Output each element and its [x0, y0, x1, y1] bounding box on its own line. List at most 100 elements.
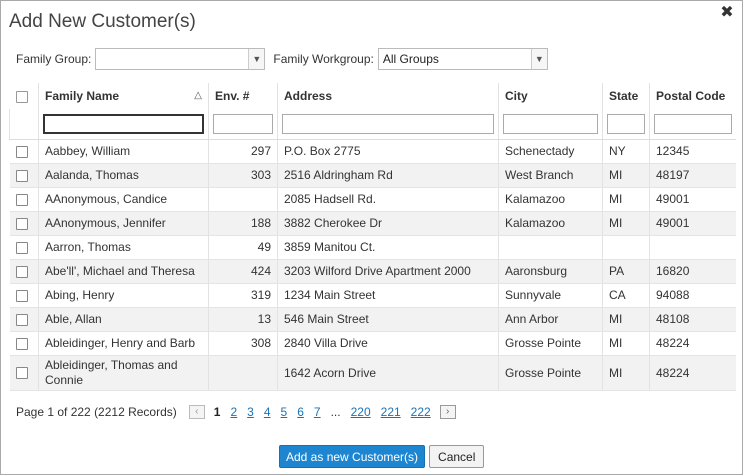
family-name-header-label: Family Name	[45, 89, 120, 103]
state-cell: MI	[602, 211, 650, 236]
page-link[interactable]: 7	[314, 405, 321, 419]
row-checkbox[interactable]	[15, 367, 28, 380]
row-checkbox[interactable]	[15, 265, 28, 278]
postal-code-cell: 48224	[649, 331, 736, 356]
filter-cell-family-name	[38, 109, 209, 140]
table-row[interactable]: Aalanda, Thomas 303 2516 Aldringham Rd West…	[9, 163, 736, 188]
add-as-new-customers-button[interactable]: Add as new Customer(s)	[279, 445, 426, 468]
row-checkbox-cell	[9, 355, 39, 391]
column-header-family-name[interactable]: Family Name △	[38, 83, 209, 109]
table-row[interactable]: Aabbey, William 297 P.O. Box 2775 Schenecta…	[9, 139, 736, 164]
env-cell: 188	[208, 211, 278, 236]
cancel-button[interactable]: Cancel	[429, 445, 485, 468]
page-link[interactable]: 3	[247, 405, 254, 419]
postal-code-cell: 12345	[649, 139, 736, 164]
table-body: Aabbey, William 297 P.O. Box 2775 Schenecta…	[9, 139, 736, 391]
env-filter-input[interactable]	[213, 113, 273, 134]
family-name-cell: Abe'll', Michael and Theresa	[38, 259, 209, 284]
page-link[interactable]: 6	[297, 405, 304, 419]
next-page-button[interactable]: ›	[439, 405, 456, 419]
row-checkbox-cell	[9, 187, 39, 212]
city-cell: West Branch	[498, 163, 603, 188]
page-link[interactable]: 220	[351, 405, 371, 419]
postal-code-cell: 94088	[649, 283, 736, 308]
pager-info: Page 1 of 222 (2212 Records)	[16, 405, 177, 419]
row-checkbox[interactable]	[15, 337, 28, 350]
postal-code-cell: 48224	[649, 355, 736, 391]
table-row[interactable]: AAnonymous, Candice 2085 Hadsell Rd. Kalam…	[9, 187, 736, 212]
header-row: Family Name △ Env. # Address City State P…	[10, 83, 736, 109]
pager-ellipsis: ...	[330, 405, 341, 419]
column-header-postal-code[interactable]: Postal Code	[649, 83, 736, 109]
prev-page-button[interactable]: ‹	[188, 405, 205, 419]
row-checkbox-cell	[9, 331, 39, 356]
family-group-label: Family Group:	[16, 52, 92, 66]
row-checkbox[interactable]	[15, 169, 28, 182]
family-name-filter-input[interactable]	[43, 113, 204, 134]
column-header-env[interactable]: Env. #	[208, 83, 278, 109]
row-checkbox[interactable]	[15, 193, 28, 206]
row-checkbox-cell	[9, 163, 39, 188]
column-header-city[interactable]: City	[498, 83, 603, 109]
address-cell: 2516 Aldringham Rd	[277, 163, 499, 188]
state-cell: MI	[602, 163, 650, 188]
row-checkbox[interactable]	[15, 145, 28, 158]
page-link[interactable]: 2	[230, 405, 237, 419]
env-cell	[208, 355, 278, 391]
city-filter-input[interactable]	[503, 113, 598, 134]
row-checkbox[interactable]	[15, 289, 28, 302]
address-cell: 2840 Villa Drive	[277, 331, 499, 356]
family-name-cell: Abing, Henry	[38, 283, 209, 308]
close-icon[interactable]: ✖	[720, 5, 734, 21]
page-link[interactable]: 5	[281, 405, 288, 419]
state-filter-input[interactable]	[607, 113, 645, 134]
select-all-checkbox[interactable]	[15, 90, 28, 103]
table-row[interactable]: Aarron, Thomas 49 3859 Manitou Ct.	[9, 235, 736, 260]
family-name-cell: AAnonymous, Jennifer	[38, 211, 209, 236]
postal-code-filter-input[interactable]	[654, 113, 732, 134]
filter-bar: Family Group: ▼ Family Workgroup: All Gr…	[16, 47, 548, 71]
table-row[interactable]: Ableidinger, Henry and Barb 308 2840 Villa…	[9, 331, 736, 356]
address-cell: 3859 Manitou Ct.	[277, 235, 499, 260]
city-cell	[498, 235, 603, 260]
table-row[interactable]: Ableidinger, Thomas and Connie 1642 Acorn…	[9, 355, 736, 391]
address-cell: 546 Main Street	[277, 307, 499, 332]
table-row[interactable]: Able, Allan 13 546 Main Street Ann Arbor MI 4…	[9, 307, 736, 332]
family-workgroup-select[interactable]: All Groups ▼	[377, 48, 548, 70]
filter-cell-state	[602, 109, 650, 140]
chevron-down-icon[interactable]: ▼	[530, 49, 547, 69]
city-cell: Kalamazoo	[498, 187, 603, 212]
column-header-address[interactable]: Address	[277, 83, 499, 109]
family-name-cell: Able, Allan	[38, 307, 209, 332]
sort-ascending-icon[interactable]: △	[194, 90, 202, 101]
family-group-select[interactable]: ▼	[95, 48, 266, 70]
row-checkbox-cell	[9, 259, 39, 284]
table-row[interactable]: AAnonymous, Jennifer 188 3882 Cherokee Dr K…	[9, 211, 736, 236]
env-cell: 297	[208, 139, 278, 164]
address-cell: 1234 Main Street	[277, 283, 499, 308]
row-checkbox-cell	[9, 307, 39, 332]
row-checkbox-cell	[9, 139, 39, 164]
page-link[interactable]: 222	[411, 405, 431, 419]
env-cell: 303	[208, 163, 278, 188]
family-name-cell: Aarron, Thomas	[38, 235, 209, 260]
table-row[interactable]: Abing, Henry 319 1234 Main Street Sunnyvale…	[9, 283, 736, 308]
env-cell: 308	[208, 331, 278, 356]
address-cell: 1642 Acorn Drive	[277, 355, 499, 391]
address-filter-input[interactable]	[282, 113, 494, 134]
table-row[interactable]: Abe'll', Michael and Theresa 424 3203 Wilf…	[9, 259, 736, 284]
row-checkbox[interactable]	[15, 217, 28, 230]
row-checkbox[interactable]	[15, 313, 28, 326]
row-checkbox[interactable]	[15, 241, 28, 254]
column-header-state[interactable]: State	[602, 83, 650, 109]
state-cell: MI	[602, 355, 650, 391]
page-link[interactable]: 221	[381, 405, 401, 419]
state-cell	[602, 235, 650, 260]
env-cell: 13	[208, 307, 278, 332]
select-all-cell	[10, 83, 39, 109]
family-name-cell: Aalanda, Thomas	[38, 163, 209, 188]
family-name-cell: AAnonymous, Candice	[38, 187, 209, 212]
chevron-down-icon[interactable]: ▼	[248, 49, 265, 69]
page-link[interactable]: 4	[264, 405, 271, 419]
city-cell: Sunnyvale	[498, 283, 603, 308]
